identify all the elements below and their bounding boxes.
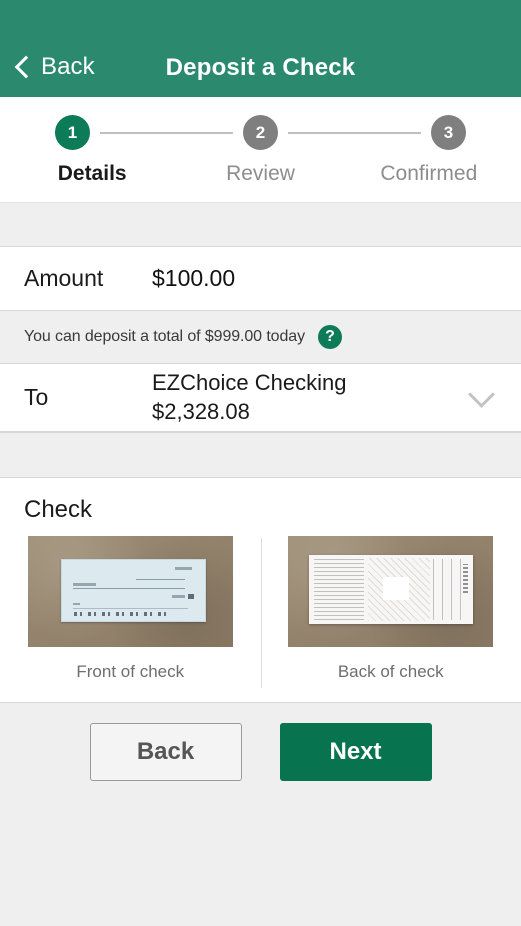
check-images-section: Check Front of check Back of check	[0, 478, 521, 703]
check-thumbnails: Front of check Back of check	[0, 536, 521, 688]
account-balance: $2,328.08	[152, 398, 250, 424]
check-back-photo[interactable]	[288, 536, 494, 647]
check-front-mark-5	[73, 603, 81, 606]
check-front-mark-3	[172, 595, 185, 599]
app-header: Back Deposit a Check	[0, 0, 521, 97]
amount-label: Amount	[24, 265, 104, 291]
check-front-line-3	[73, 607, 188, 609]
stepper-labels-row: Details Review Confirmed	[0, 162, 521, 186]
check-back-column[interactable]: Back of check	[261, 536, 521, 682]
step-label-confirmed: Confirmed	[380, 162, 478, 185]
to-label: To	[24, 384, 49, 410]
section-spacer-top	[0, 202, 521, 247]
check-back-endorsement-text	[313, 558, 365, 620]
to-account-row[interactable]: To EZChoice Checking $2,328.08	[0, 364, 521, 432]
step-circle-3[interactable]: 3	[431, 115, 466, 150]
check-back-vertical-text	[462, 564, 468, 594]
check-front-mark-4	[187, 594, 194, 599]
deposit-limit-notice: You can deposit a total of $999.00 today…	[0, 311, 521, 364]
check-front-paper	[60, 559, 207, 623]
question-mark-icon[interactable]: ?	[317, 325, 342, 349]
step-circle-2[interactable]: 2	[243, 115, 278, 150]
chevron-down-icon[interactable]	[468, 381, 495, 408]
step-connector-2	[288, 131, 421, 134]
check-back-vertical-lines	[433, 558, 467, 620]
check-section-title: Check	[24, 496, 93, 523]
step-label-details: Details	[57, 162, 127, 185]
stepper-circles-row: 1 2 3	[0, 115, 521, 150]
check-front-photo[interactable]	[27, 536, 233, 647]
section-spacer-mid	[0, 432, 521, 478]
account-name: EZChoice Checking	[152, 369, 347, 395]
check-front-mark-2	[73, 582, 96, 586]
check-front-line-1	[136, 579, 185, 581]
check-front-caption: Front of check	[76, 662, 185, 681]
footer-actions: Back Next	[0, 703, 521, 926]
check-back-paper	[308, 554, 473, 624]
step-label-review: Review	[226, 162, 295, 185]
check-back-blank-box	[382, 576, 409, 601]
check-back-caption: Back of check	[337, 662, 444, 681]
amount-row[interactable]: Amount $100.00	[0, 247, 521, 311]
amount-value: $100.00	[152, 265, 236, 291]
check-front-line-2	[73, 588, 185, 590]
step-connector-1	[100, 131, 233, 134]
step-circle-1[interactable]: 1	[55, 115, 90, 150]
check-front-column[interactable]: Front of check	[0, 536, 261, 682]
thumbnail-divider	[260, 538, 262, 688]
check-front-micr-line	[74, 611, 170, 616]
back-button[interactable]: Back	[89, 723, 242, 781]
to-account-details: EZChoice Checking $2,328.08	[152, 369, 472, 426]
next-button[interactable]: Next	[279, 723, 432, 781]
page-title: Deposit a Check	[165, 54, 356, 81]
check-front-mark-1	[174, 567, 193, 571]
deposit-check-screen: Back Deposit a Check 1 2 3 Details Revie…	[0, 0, 521, 926]
progress-stepper: 1 2 3 Details Review Confirmed	[0, 97, 521, 202]
deposit-limit-text: You can deposit a total of $999.00 today	[24, 328, 305, 345]
